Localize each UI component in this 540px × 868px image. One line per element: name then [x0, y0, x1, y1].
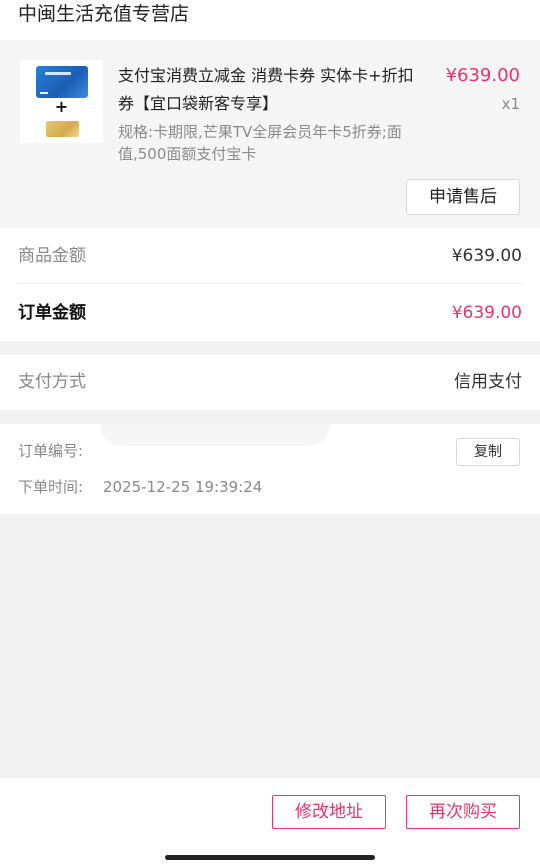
goods-amount-label: 商品金额	[18, 246, 86, 266]
goods-amount-value: ¥639.00	[451, 246, 522, 266]
redacted-order-number	[100, 424, 330, 446]
payment-method-label: 支付方式	[18, 372, 86, 392]
alipay-card-image	[36, 66, 88, 98]
product-spec: 规格:卡期限,芒果TV全屏会员年卡5折券;面值,500面额支付宝卡	[118, 123, 402, 163]
order-time-value: 2025-12-25 19:39:24	[103, 478, 263, 496]
store-header: 中闽生活充值专营店	[0, 0, 540, 40]
apply-after-sale-button[interactable]: 申请售后	[406, 179, 520, 215]
order-info: 订单编号: 复制 下单时间: 2025-12-25 19:39:24	[0, 424, 540, 514]
product-thumbnail[interactable]: +	[20, 60, 103, 143]
goods-amount-row: 商品金额 ¥639.00	[18, 228, 522, 284]
product-title[interactable]: 支付宝消费立减金 消费卡券 实体卡+折扣券【宜口袋新客专享】	[118, 62, 428, 118]
amount-summary: 商品金额 ¥639.00 订单金额 ¥639.00	[0, 228, 540, 341]
plus-icon: +	[54, 97, 69, 116]
copy-button[interactable]: 复制	[456, 438, 520, 466]
order-amount-value: ¥639.00	[451, 303, 522, 323]
order-number-label: 订单编号:	[18, 442, 84, 460]
order-amount-row: 订单金额 ¥639.00	[18, 285, 522, 341]
payment-method-value: 信用支付	[454, 372, 522, 392]
order-amount-label: 订单金额	[18, 303, 86, 323]
coupon-card-image	[46, 121, 79, 137]
rebuy-button[interactable]: 再次购买	[406, 795, 520, 829]
store-name[interactable]: 中闽生活充值专营店	[18, 2, 189, 26]
product-price: ¥639.00	[445, 65, 520, 86]
product-quantity: x1	[501, 95, 520, 113]
bottom-action-bar: 修改地址 再次购买	[0, 778, 540, 868]
order-time-label: 下单时间:	[18, 478, 84, 496]
product-card[interactable]: + 支付宝消费立减金 消费卡券 实体卡+折扣券【宜口袋新客专享】 ¥639.00…	[0, 40, 540, 228]
home-indicator[interactable]	[165, 855, 375, 860]
modify-address-button[interactable]: 修改地址	[272, 795, 386, 829]
payment-method-row: 支付方式 信用支付	[0, 355, 540, 410]
